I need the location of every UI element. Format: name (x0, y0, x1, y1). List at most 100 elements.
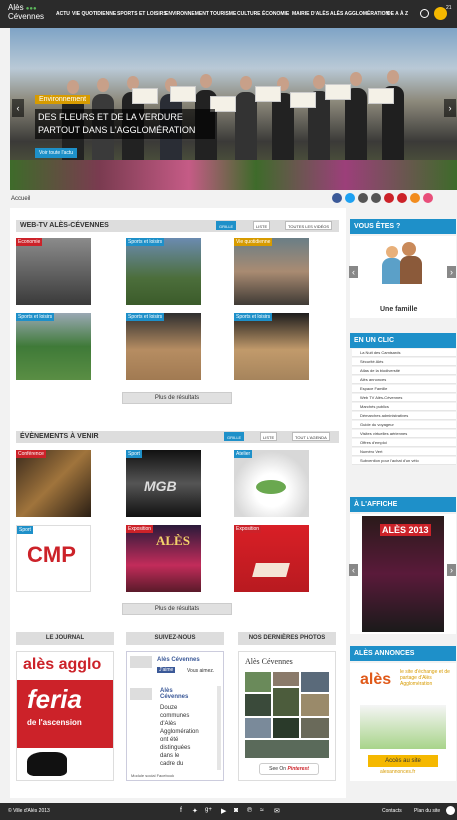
footer-link-sitemap[interactable]: Plan du site (414, 808, 440, 814)
youtube-icon[interactable] (384, 193, 394, 203)
footer-mail-icon[interactable]: ✉ (274, 807, 280, 815)
events-agenda-button[interactable]: TOUT L'AGENDA (292, 432, 330, 441)
webtv-grid-button[interactable]: GRILLE (216, 221, 237, 230)
annonces-banner[interactable]: alès le site d'échange et de partage d'A… (350, 663, 456, 781)
vous-etes-prev-icon[interactable]: ‹ (349, 266, 358, 278)
photo-thumb[interactable] (301, 694, 329, 716)
rss-icon[interactable] (410, 193, 420, 203)
events-grid-button[interactable]: GRILLE (224, 432, 245, 441)
webtv-more-results-button[interactable]: Plus de résultats (122, 392, 232, 404)
webtv-video-thumbnail[interactable]: Economie (16, 238, 91, 305)
google-plus-icon[interactable] (358, 193, 368, 203)
webtv-video-thumbnail[interactable]: Vie quotidienne (234, 238, 309, 305)
quick-link[interactable]: Visites virtuelles aériennes (352, 430, 456, 438)
nav-item-actu[interactable]: ACTU (56, 11, 70, 17)
quick-link[interactable]: Démarches administratives (352, 412, 456, 420)
facebook-widget[interactable]: Alès Cévennes J'aime Vous aimez. Alès Cé… (126, 651, 224, 781)
event-thumbnail[interactable]: Sport MGB (126, 450, 201, 517)
quick-link[interactable]: Sécurité Alès (352, 358, 456, 366)
quick-link[interactable]: Espace Famille (352, 385, 456, 393)
search-icon[interactable] (420, 9, 429, 18)
photo-thumb[interactable] (245, 694, 271, 716)
events-more-results-button[interactable]: Plus de résultats (122, 603, 232, 615)
event-thumbnail[interactable]: Conférence (16, 450, 91, 517)
photo-thumb[interactable] (301, 718, 329, 738)
webtv-video-thumbnail[interactable]: Sports et loisirs (126, 313, 201, 380)
event-image-text: MGB (144, 478, 177, 494)
photo-thumb[interactable] (245, 672, 271, 692)
annonces-url[interactable]: alesannonces.fr (380, 769, 415, 775)
event-thumbnail[interactable]: Sport CMP (16, 525, 91, 592)
fb-like-button[interactable]: J'aime (157, 667, 176, 673)
quick-link[interactable]: Numéro Vert (352, 448, 456, 456)
fb-scrollbar[interactable] (217, 686, 221, 770)
affiche-prev-icon[interactable]: ‹ (349, 564, 358, 576)
event-thumbnail[interactable]: Atelier (234, 450, 309, 517)
nav-item-environnement[interactable]: ENVIRONNEMENT (165, 11, 209, 17)
event-thumbnail[interactable]: Exposition ALÈS (126, 525, 201, 592)
footer-rss-icon[interactable]: ≈ (260, 807, 264, 814)
annonces-access-button[interactable]: Accès au site (368, 755, 438, 767)
affiche-next-icon[interactable]: › (447, 564, 456, 576)
webtv-video-thumbnail[interactable]: Sports et loisirs (126, 238, 201, 305)
vous-etes-carousel[interactable]: Une famille (350, 236, 456, 318)
nav-item-vie-quotidienne[interactable]: VIE QUOTIDIENNE (72, 11, 116, 17)
quick-link[interactable]: Marchés publics (352, 403, 456, 411)
webtv-all-videos-button[interactable]: TOUTES LES VIDÉOS (285, 221, 333, 230)
vous-etes-next-icon[interactable]: › (447, 266, 456, 278)
see-on-pinterest-button[interactable]: See On Pinterest (259, 763, 319, 775)
pinterest-icon[interactable] (397, 193, 407, 203)
site-logo[interactable]: Alès ●●● Cévennes (8, 4, 44, 21)
photo-thumb[interactable] (273, 672, 299, 686)
nav-item-economie[interactable]: ÉCONOMIE (262, 11, 289, 17)
hero-title[interactable]: DES FLEURS ET DE LA VERDURE PARTOUT DANS… (35, 109, 215, 139)
nav-item-culture[interactable]: CULTURE (237, 11, 261, 17)
photos-widget[interactable]: Alès Cévennes See On Pinterest (238, 651, 336, 781)
photo-thumb[interactable] (245, 740, 329, 758)
quick-link[interactable]: Guide du voyageur (352, 421, 456, 429)
nav-item-a-z[interactable]: DE A À Z (387, 11, 408, 17)
fb-post-author[interactable]: Alès Cévennes (160, 688, 194, 700)
journal-cover[interactable]: alès agglo feria de l'ascension (16, 651, 114, 781)
quick-link[interactable]: Offres d'emploi (352, 439, 456, 447)
footer-link-contacts[interactable]: Contacts (382, 808, 402, 814)
instagram-icon[interactable] (371, 193, 381, 203)
hero-prev-arrow-icon[interactable]: ‹ (12, 99, 24, 117)
hero-next-arrow-icon[interactable]: › (444, 99, 456, 117)
fb-page-name[interactable]: Alès Cévennes (157, 657, 200, 663)
footer-up-icon[interactable] (446, 806, 455, 815)
quick-link[interactable]: Atlas de la biodiversité (352, 367, 456, 375)
quick-link[interactable]: Subvention pour l'achat d'un vélo (352, 457, 456, 465)
photo-thumb[interactable] (301, 672, 329, 692)
facebook-icon[interactable] (332, 193, 342, 203)
footer-instagram-icon[interactable]: ◙ (234, 807, 238, 814)
photos-album-title: Alès Cévennes (245, 657, 293, 666)
affiche-poster[interactable]: ALÈS 2013 (362, 516, 444, 632)
nav-item-tourisme[interactable]: TOURISME (210, 11, 236, 17)
footer-youtube-icon[interactable]: ▶ (221, 807, 226, 815)
quick-link[interactable]: Alès annonces (352, 376, 456, 384)
webtv-video-thumbnail[interactable]: Sports et loisirs (234, 313, 309, 380)
twitter-icon[interactable] (345, 193, 355, 203)
photo-thumb[interactable] (273, 718, 299, 738)
footer-facebook-icon[interactable]: f (180, 807, 182, 814)
affiche-carousel[interactable]: ALÈS 2013 (350, 514, 456, 634)
photo-thumb[interactable] (245, 718, 271, 738)
webtv-list-button[interactable]: LISTE (253, 221, 271, 230)
hero-news-button[interactable]: Voir toute l'actu (35, 148, 78, 158)
nav-item-sports-loisirs[interactable]: SPORTS ET LOISIRS (117, 11, 167, 17)
nav-item-mairie[interactable]: MAIRIE D'ALÈS (292, 11, 329, 17)
events-list-button[interactable]: LISTE (260, 432, 278, 441)
quick-link[interactable]: La Nuit des Camisards (352, 349, 456, 357)
photo-thumb[interactable] (273, 688, 299, 716)
webtv-video-thumbnail[interactable]: Sports et loisirs (16, 313, 91, 380)
nav-item-agglomeration[interactable]: ALÈS AGGLOMÉRATION (330, 11, 389, 17)
event-thumbnail[interactable]: Exposition (234, 525, 309, 592)
footer-pinterest-icon[interactable]: ℗ (247, 807, 252, 814)
footer-twitter-icon[interactable]: ✦ (192, 807, 198, 815)
footer-google-plus-icon[interactable]: g+ (205, 807, 212, 813)
breadcrumb[interactable]: Accueil (11, 196, 30, 202)
mail-icon[interactable] (423, 193, 433, 203)
quick-link[interactable]: Web TV Alès-Cévennes (352, 394, 456, 402)
hero-category-tag[interactable]: Environnement (35, 95, 91, 104)
